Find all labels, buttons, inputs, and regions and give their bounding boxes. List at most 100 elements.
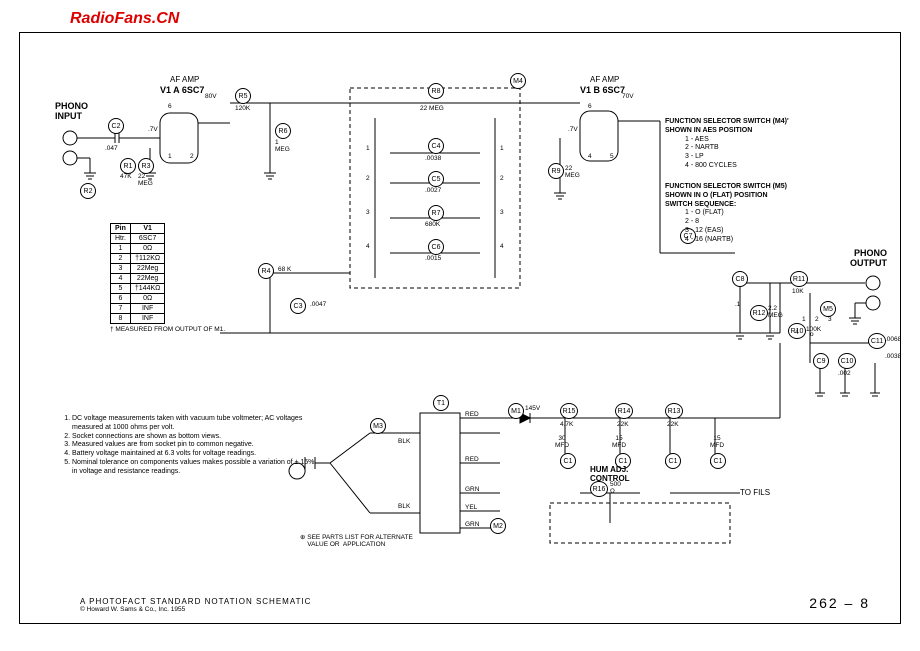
- wire-grn1: GRN: [465, 486, 479, 493]
- m4-l3: 3: [366, 209, 370, 216]
- see-parts-note: ⊕ SEE PARTS LIST FOR ALTERNATE VALUE OR …: [300, 533, 413, 548]
- m4-r4: 4: [500, 243, 504, 250]
- func-m4-1: 1 - AES: [685, 136, 789, 145]
- m1-val: 145V: [525, 405, 540, 412]
- r11-val: 10K: [792, 288, 804, 295]
- m5-p2: 2: [815, 316, 819, 323]
- c1c-val: 30 MFD: [555, 435, 569, 449]
- notes-block: DC voltage measurements taken with vacuu…: [60, 413, 320, 478]
- r14-val: 22K: [617, 421, 629, 428]
- t-r8c0: 8: [111, 314, 131, 324]
- c8-ref: C8: [732, 271, 748, 287]
- wire-blk1: BLK: [398, 438, 410, 445]
- r8-val: 22 MEG: [420, 105, 444, 112]
- to-fils-label: TO FILS: [740, 488, 770, 497]
- footer-block: A PHOTOFACT STANDARD NOTATION SCHEMATIC …: [80, 597, 311, 613]
- func-m4-3: 3 - LP: [685, 153, 789, 162]
- pin-table-block: PinV1 Htr.6SC7 10Ω 2†112KΩ 322Meg 422Meg…: [110, 223, 225, 333]
- m4-r1: 1: [500, 145, 504, 152]
- tube-b-p6: 6: [588, 103, 592, 110]
- c11-ref: C11: [868, 333, 886, 349]
- af-amp-b-label: AF AMP: [590, 75, 619, 84]
- note-1: DC voltage measurements taken with vacuu…: [72, 415, 320, 433]
- r11-ref: R11: [790, 271, 808, 287]
- t-r1c0: 1: [111, 244, 131, 254]
- r4-ref: R4: [258, 263, 274, 279]
- m4-l1: 1: [366, 145, 370, 152]
- t-r8c1: INF: [130, 314, 164, 324]
- m1-ref: M1: [508, 403, 524, 419]
- m5-ref: M5: [820, 301, 836, 317]
- t-r2c0: 2: [111, 254, 131, 264]
- r5-val: 120K: [235, 105, 250, 112]
- t-r0c1: 6SC7: [130, 234, 164, 244]
- r1-val: 47K: [120, 173, 132, 180]
- r14-ref: R14: [615, 403, 633, 419]
- t-r7c1: INF: [130, 304, 164, 314]
- r9-ref: R9: [548, 163, 564, 179]
- t-r2c1: †112KΩ: [130, 254, 164, 264]
- func-m5-block: FUNCTION SELECTOR SWITCH (M5) SHOWN IN O…: [665, 183, 787, 244]
- func-m5-2: 2 - 8: [685, 218, 787, 227]
- func-m4-4: 4 - 800 CYCLES: [685, 162, 789, 171]
- r4-val: 68 K: [278, 266, 291, 273]
- m3-ref: M3: [370, 418, 386, 434]
- watermark-text: RadioFans.CN: [70, 10, 910, 28]
- c6-val: .0015: [425, 255, 441, 262]
- r15-ref: R15: [560, 403, 578, 419]
- m2-ref: M2: [490, 518, 506, 534]
- c5-val: .0027: [425, 187, 441, 194]
- v70: 70V: [622, 93, 634, 100]
- pin-table-footer: † MEASURED FROM OUTPUT OF M1.: [110, 326, 225, 333]
- note-5: Nominal tolerance on components values m…: [72, 459, 320, 477]
- tube-a-p6: 6: [168, 103, 172, 110]
- t1-ref: T1: [433, 395, 449, 411]
- m4-l4: 4: [366, 243, 370, 250]
- m5-po: o: [810, 331, 814, 338]
- v7b: .7V: [568, 126, 578, 133]
- r8-ref: R8: [428, 83, 444, 99]
- footer-title: A PHOTOFACT STANDARD NOTATION SCHEMATIC: [80, 597, 311, 606]
- c11b-val: .0038: [885, 353, 901, 360]
- t-r1c1: 0Ω: [130, 244, 164, 254]
- hum-adj-label: HUM ADJ. CONTROL: [590, 465, 630, 483]
- r7-val: 680K: [425, 221, 440, 228]
- t-r7c0: 7: [111, 304, 131, 314]
- func-m5-1: 1 - O (FLAT): [685, 209, 787, 218]
- m4-r3: 3: [500, 209, 504, 216]
- t-r5c0: 5: [111, 284, 131, 294]
- wire-grn2: GRN: [465, 521, 479, 528]
- v7a: .7V: [148, 126, 158, 133]
- m4-r2: 2: [500, 175, 504, 182]
- func-m5-title: FUNCTION SELECTOR SWITCH (M5) SHOWN IN O…: [665, 183, 787, 209]
- r13-val: 22K: [667, 421, 679, 428]
- tube-b-p5: 5: [610, 153, 614, 160]
- c3-val: .0047: [310, 301, 326, 308]
- c1a-ref: C1: [665, 453, 681, 469]
- note-3: Measured values are from socket pin to c…: [72, 441, 320, 450]
- note-4: Battery voltage maintained at 6.3 volts …: [72, 450, 320, 459]
- func-m4-block: FUNCTION SELECTOR SWITCH (M4)' SHOWN IN …: [665, 118, 789, 171]
- r6-ref: R6: [275, 123, 291, 139]
- r12-val: 2.2 MEG: [768, 305, 783, 319]
- c10-ref: C10: [838, 353, 856, 369]
- r2-ref: R2: [80, 183, 96, 199]
- v80: 80V: [205, 93, 217, 100]
- wire-blk2: BLK: [398, 503, 410, 510]
- sheet-number: 262 – 8: [809, 595, 870, 611]
- c6-ref: C6: [428, 239, 444, 255]
- t-r4c0: 4: [111, 274, 131, 284]
- c8-val: .1: [735, 301, 740, 308]
- t-r4c1: 22Meg: [130, 274, 164, 284]
- pin-table: PinV1 Htr.6SC7 10Ω 2†112KΩ 322Meg 422Meg…: [110, 223, 165, 324]
- r15-val: 4.7K: [560, 421, 573, 428]
- r6-val: 1 MEG: [275, 139, 290, 153]
- t-r0c0: Htr.: [111, 234, 131, 244]
- m4-ref: M4: [510, 73, 526, 89]
- c11-val: .0068: [885, 336, 901, 343]
- c5-ref: C5: [428, 171, 444, 187]
- tube-b-label: V1 B 6SC7: [580, 85, 625, 95]
- schematic-frame: PHONO INPUT PHONO OUTPUT AF AMP V1 A 6SC…: [19, 32, 901, 624]
- c10-val: .002: [838, 370, 851, 377]
- phono-input-label: PHONO INPUT: [55, 101, 88, 121]
